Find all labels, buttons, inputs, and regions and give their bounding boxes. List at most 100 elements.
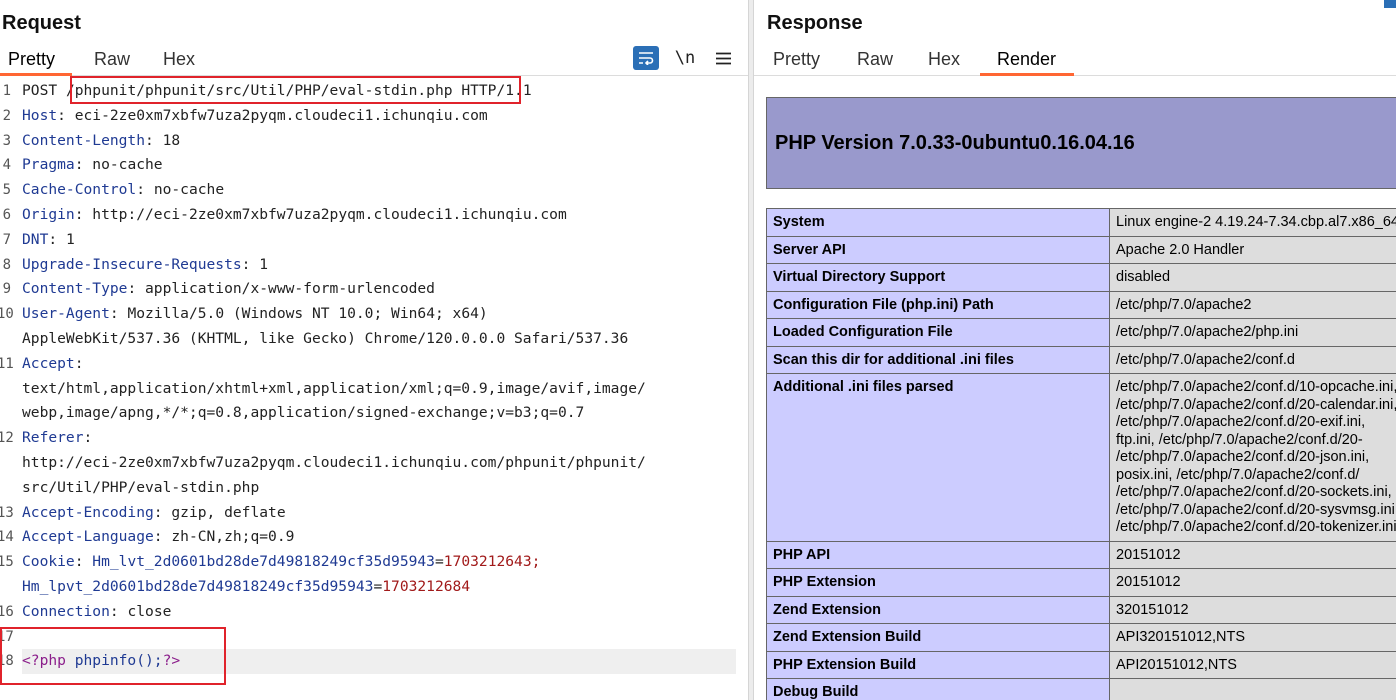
- phpinfo-value-line: Linux engine-2 4.19.24-7.34.cbp.al7.x86_…: [1116, 214, 1396, 230]
- phpinfo-value-line: /etc/php/7.0/apache2/conf.d/20-json.ini,: [1116, 449, 1370, 465]
- line-text: Content-Length: 18: [22, 129, 180, 154]
- phpinfo-row: Server API Apache 2.0 Handler: [765, 235, 1396, 264]
- hamburger-menu-icon[interactable]: [710, 46, 736, 70]
- phpinfo-value-line: /etc/php/7.0/apache2/conf.d/20-sockets.i…: [1116, 484, 1392, 500]
- phpinfo-value-line: 20151012: [1116, 546, 1181, 563]
- line-number: 11: [0, 355, 14, 372]
- header-value: no-cache: [83, 156, 163, 174]
- code-line: 10 User-Agent: Mozilla/5.0 (Windows NT 10…: [0, 302, 746, 327]
- phpinfo-row: PHP Extension 20151012: [765, 568, 1396, 597]
- cookie-equals: =: [373, 577, 383, 595]
- line-number: 7: [2, 231, 11, 248]
- line-text: Cookie: Hm_lvt_2d0601bd28de7d49818249cf3…: [22, 550, 540, 575]
- tab-hex[interactable]: Hex: [163, 49, 195, 70]
- tab-pretty[interactable]: Pretty: [8, 49, 55, 70]
- phpinfo-row: Configuration File (php.ini) Path/etc/ph…: [765, 290, 1396, 319]
- line-text: src/Util/PHP/eval-stdin.php: [22, 476, 259, 501]
- header-name: Pragma: [22, 156, 75, 174]
- request-tab-bar: Pretty Raw Hex \n: [0, 46, 748, 76]
- phpinfo-value: API20151012,NTS: [1109, 650, 1396, 679]
- header-name: Accept-Language: [22, 528, 154, 546]
- cookie-value: 1703212684: [382, 577, 471, 595]
- header-value: eci-2ze0xm7xbfw7uza2pyqm.cloudeci1.ichun…: [65, 106, 488, 124]
- line-number: 6: [2, 206, 11, 223]
- header-value-continuation: http://eci-2ze0xm7xbfw7uza2pyqm.cloudeci…: [22, 453, 646, 471]
- phpinfo-key: Scan this dir for additional .ini files: [765, 345, 1111, 374]
- tab-hex[interactable]: Hex: [928, 49, 960, 70]
- response-title: Response: [767, 12, 863, 34]
- header-name: Host: [22, 106, 58, 124]
- code-line: http://eci-2ze0xm7xbfw7uza2pyqm.cloudeci…: [0, 451, 746, 476]
- header-name: Connection: [22, 602, 110, 620]
- phpinfo-value-line: /etc/php/7.0/apache2/conf.d/20-sysvmsg.i…: [1116, 501, 1396, 518]
- line-number: 2: [2, 107, 11, 124]
- phpinfo-row: PHP API 20151012: [765, 540, 1396, 569]
- phpinfo-row: Virtual Directory Support disabled: [765, 263, 1396, 292]
- highlight-box-path: [70, 76, 521, 104]
- php-version-header: PHP Version 7.0.33-0ubuntu0.16.04.16: [766, 97, 1396, 189]
- line-text: DNT: 1: [22, 228, 75, 253]
- line-text: text/html,application/xhtml+xml,applicat…: [22, 377, 646, 402]
- request-editor[interactable]: 1 POST /phpunit/phpunit/src/Util/PHP/eval…: [0, 79, 746, 675]
- phpinfo-value-line: /etc/php/7.0/apache2/php.ini: [1116, 324, 1299, 340]
- phpinfo-key: PHP Extension: [765, 568, 1111, 597]
- line-text: Hm_lpvt_2d0601bd28de7d49818249cf35d95943…: [22, 575, 470, 600]
- wrap-text-icon[interactable]: [633, 46, 659, 70]
- line-number: 16: [0, 603, 14, 620]
- phpinfo-value: 20151012: [1109, 568, 1396, 597]
- header-name: Upgrade-Insecure-Requests: [22, 255, 242, 273]
- line-number: 13: [0, 504, 14, 521]
- code-line: 13 Accept-Encoding: gzip, deflate: [0, 501, 746, 526]
- phpinfo-value-line: /etc/php/7.0/apache2/conf.d/20-calendar.…: [1116, 396, 1396, 413]
- header-name: Accept-Encoding: [22, 503, 154, 521]
- header-value: application/x-www-form-urlencoded: [136, 280, 435, 298]
- header-separator: :: [74, 553, 93, 571]
- code-line: 4 Pragma: no-cache: [0, 153, 746, 178]
- header-value-continuation: text/html,application/xhtml+xml,applicat…: [22, 379, 646, 397]
- code-line: 14 Accept-Language: zh-CN,zh;q=0.9: [0, 525, 746, 550]
- header-separator: :: [74, 156, 84, 174]
- tab-render[interactable]: Render: [997, 49, 1056, 70]
- header-separator: :: [145, 131, 154, 149]
- header-value-continuation: webp,image/apng,*/*;q=0.8,application/si…: [22, 404, 585, 422]
- header-value: close: [118, 602, 172, 620]
- line-text: Host: eci-2ze0xm7xbfw7uza2pyqm.cloudeci1…: [22, 104, 488, 129]
- header-value: http://eci-2ze0xm7xbfw7uza2pyqm.cloudeci…: [83, 205, 567, 223]
- tab-raw[interactable]: Raw: [857, 49, 893, 70]
- request-pane: Request Pretty Raw Hex \n 1 POST /phpunit…: [0, 0, 750, 700]
- code-line: 3 Content-Length: 18: [0, 129, 746, 154]
- phpinfo-key: Zend Extension Build: [765, 623, 1111, 652]
- code-line: 2 Host: eci-2ze0xm7xbfw7uza2pyqm.cloudeci…: [0, 104, 746, 129]
- line-text: Connection: close: [22, 600, 171, 625]
- phpinfo-key: System: [765, 208, 1111, 237]
- line-text: Content-Type: application/x-www-form-url…: [22, 277, 435, 302]
- side-panel-tab[interactable]: [1384, 0, 1396, 8]
- line-number: 1: [2, 83, 11, 99]
- phpinfo-row: System Linux engine-2 4.19.24-7.34.cbp.al…: [765, 208, 1396, 237]
- cookie-value: 1703212643;: [443, 553, 541, 571]
- line-number: 3: [2, 132, 11, 149]
- code-line: webp,image/apng,*/*;q=0.8,application/si…: [0, 401, 746, 426]
- phpinfo-value: disabled: [1109, 263, 1396, 292]
- phpinfo-key: PHP API: [765, 540, 1111, 569]
- line-text: Origin: http://eci-2ze0xm7xbfw7uza2pyqm.…: [22, 203, 567, 228]
- header-name: User-Agent: [22, 305, 110, 323]
- tab-raw[interactable]: Raw: [94, 49, 130, 70]
- phpinfo-value: 320151012: [1109, 595, 1396, 624]
- newline-toggle-button[interactable]: \n: [672, 46, 698, 70]
- phpinfo-value: /etc/php/7.0/apache2: [1109, 290, 1396, 319]
- rendered-response: PHP Version 7.0.33-0ubuntu0.16.04.16 Sys…: [754, 76, 1396, 700]
- phpinfo-value-line: posix.ini, /etc/php/7.0/apache2/conf.d/: [1116, 466, 1360, 483]
- phpinfo-key: Zend Extension: [765, 595, 1111, 624]
- header-value: gzip, deflate: [162, 503, 286, 521]
- line-number: 12: [0, 430, 14, 447]
- line-text: Cache-Control: no-cache: [22, 178, 224, 203]
- phpinfo-value: API320151012,NTS: [1109, 623, 1396, 652]
- phpinfo-value-line: /etc/php/7.0/apache2: [1116, 296, 1252, 313]
- code-line: 8 Upgrade-Insecure-Requests: 1: [0, 253, 746, 278]
- phpinfo-key: Additional .ini files parsed: [765, 373, 1111, 542]
- response-pane: Response Pretty Raw Hex Render PHP Versi…: [754, 0, 1396, 700]
- phpinfo-value-line: API20151012,NTS: [1116, 656, 1237, 673]
- tab-pretty[interactable]: Pretty: [773, 49, 820, 70]
- line-text: Referer:: [22, 426, 92, 451]
